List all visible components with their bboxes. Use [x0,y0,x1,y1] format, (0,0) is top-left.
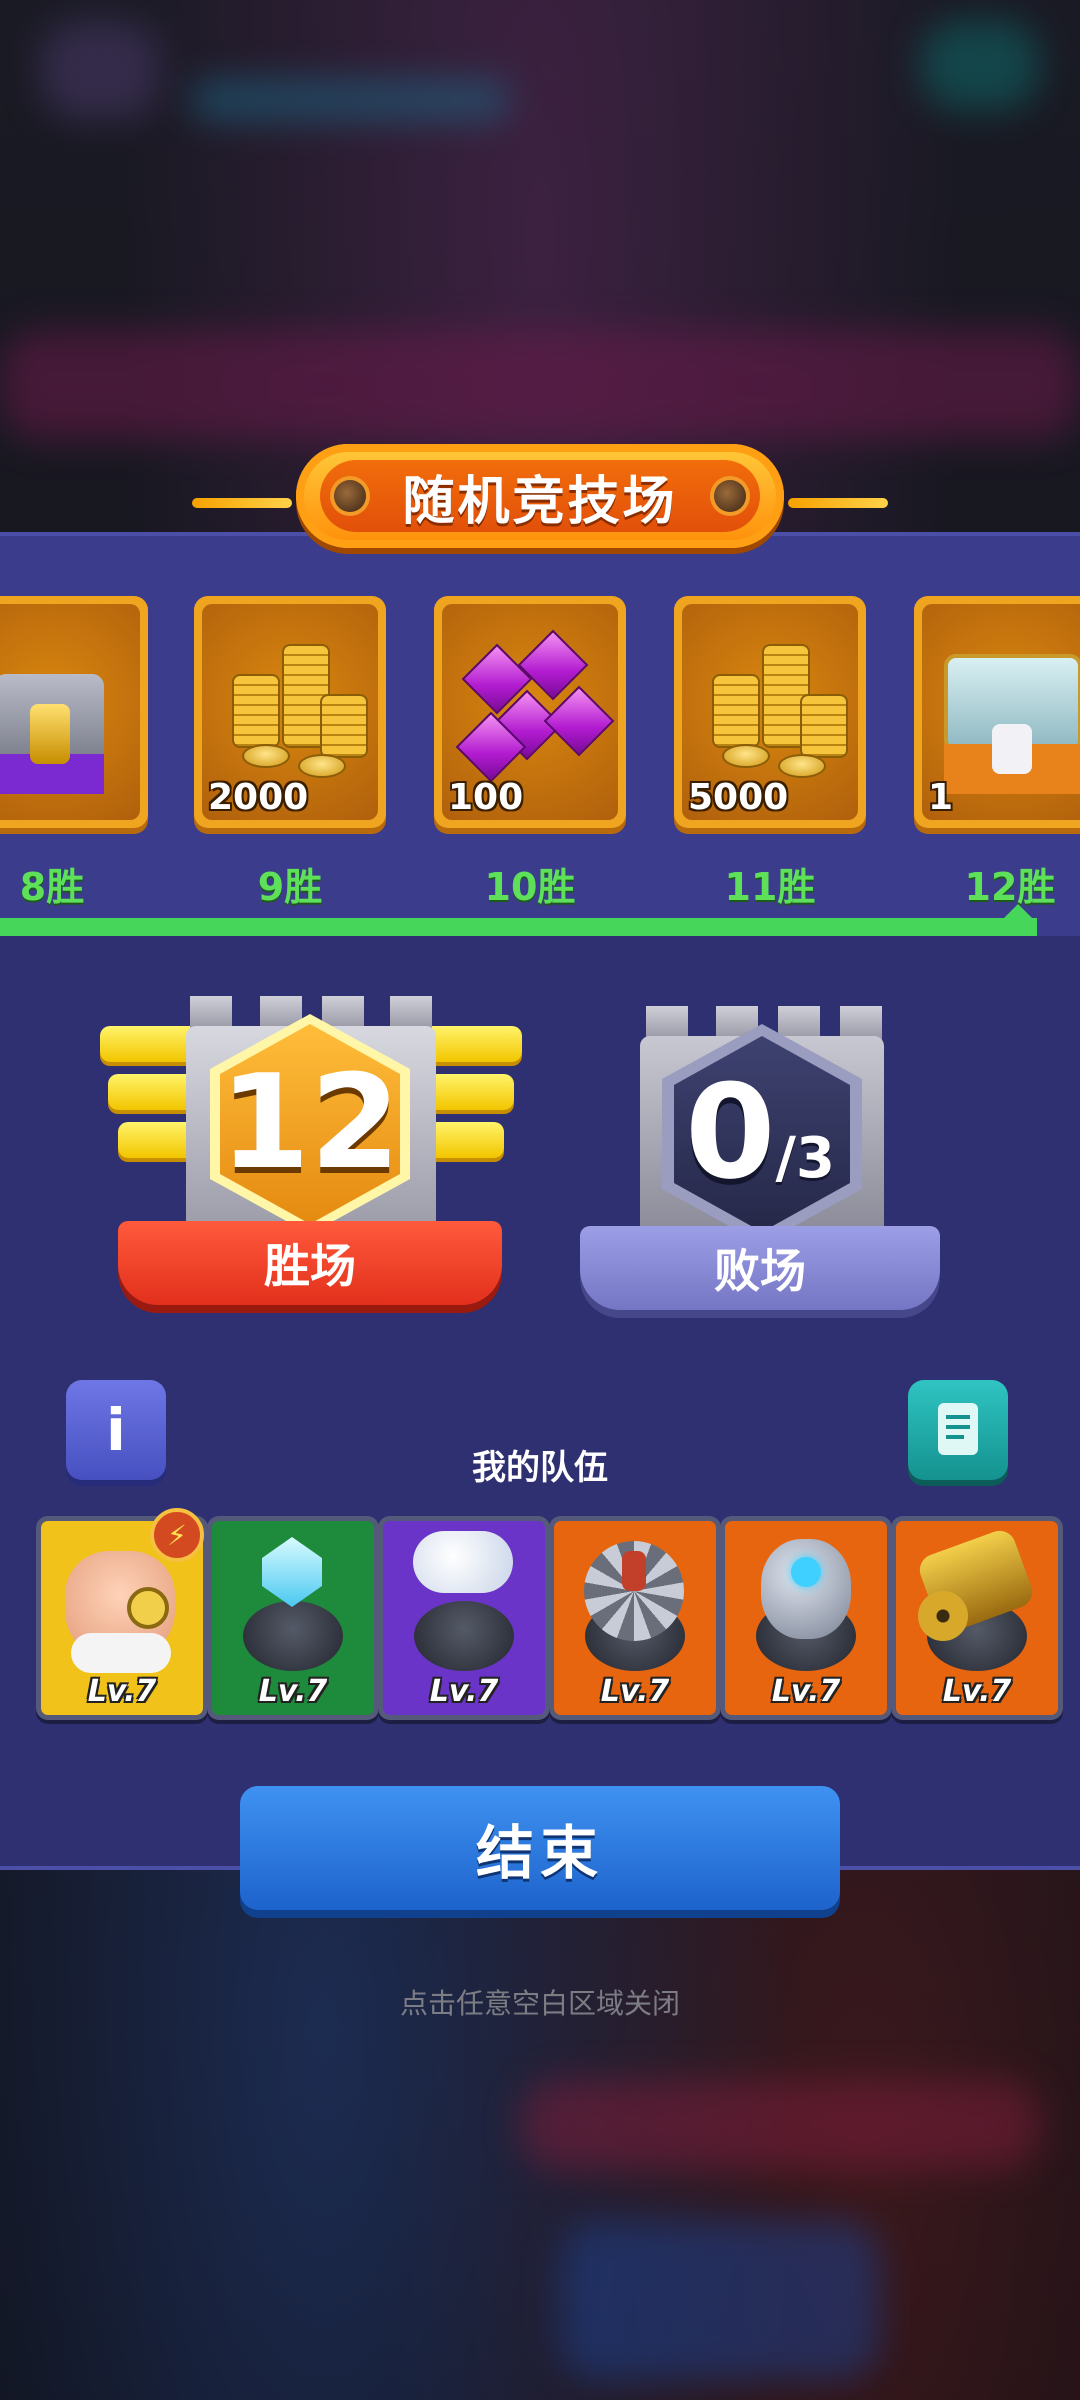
rivet-icon [334,480,366,512]
team-unit-cloud-tower[interactable]: Lv.7 [378,1516,550,1720]
losses-max: /3 [775,1126,835,1191]
reward-amount: 2000 [208,777,309,818]
blurred-tab [560,2220,880,2380]
team-title: 我的队伍 [472,1448,608,1488]
reward-wins-label: 11胜 [724,865,816,909]
wins-count: 12 [219,1046,401,1198]
reward-amount: 1 [928,777,954,818]
team-unit-crystal-tower[interactable]: Lv.7 [207,1516,379,1720]
blurred-banner [0,330,1080,440]
reward-card-2: 2000 [194,596,386,828]
blurred-panel [520,2080,1040,2170]
crystal-icon [262,1537,322,1607]
reward-amount: 100 [448,777,524,818]
losses-count: 0 [685,1056,776,1208]
progress-marker-icon [1000,904,1036,922]
cloud-icon [413,1531,513,1593]
unit-level: Lv.7 [429,1674,499,1709]
reward-track[interactable]: 8胜 2000 9胜 100 10胜 5000 11胜 1 12胜 [0,536,1080,936]
unit-level: Lv.7 [600,1674,670,1709]
blurred-button [920,20,1040,110]
reward-card-3: 100 [434,596,626,828]
arena-title: 随机竞技场 [0,440,1080,560]
reward-card-5: 1 [914,596,1080,828]
team-unit-gatling-tower[interactable]: Lv.7 [891,1516,1063,1720]
reward-wins-label: 10胜 [484,865,576,909]
rivet-icon [714,480,746,512]
orb-icon [761,1539,851,1639]
end-button[interactable]: 结束 [240,1786,840,1910]
team-unit-orb-tower[interactable]: Lv.7 [720,1516,892,1720]
lock-icon [992,724,1032,774]
wins-label: 胜场 [118,1221,502,1305]
blurred-bar [190,80,510,120]
reward-card-4: 5000 [674,596,866,828]
lightning-badge-icon: ⚡ [150,1508,204,1562]
reward-wins-label: 9胜 [257,865,323,909]
win-progress-bar [0,918,1037,936]
unit-level: Lv.7 [771,1674,841,1709]
reward-card-1 [0,596,148,828]
losses-badge: 0/3 败场 [570,1006,950,1326]
losses-label: 败场 [580,1226,940,1310]
wins-badge: 12 胜场 [100,996,522,1326]
reward-amount: 5000 [688,777,789,818]
reward-wins-label: 12胜 [964,865,1056,909]
unit-level: Lv.7 [942,1674,1012,1709]
unit-level: Lv.7 [258,1674,328,1709]
page-title: 随机竞技场 [320,460,760,532]
close-hint: 点击任意空白区域关闭 [399,1987,680,2020]
monocle-icon [127,1587,169,1629]
unit-level: Lv.7 [87,1674,157,1709]
team-unit-saw-tower[interactable]: Lv.7 [549,1516,721,1720]
lock-icon [30,704,70,764]
blurred-avatar [40,20,160,120]
reward-wins-label: 8胜 [19,865,85,909]
